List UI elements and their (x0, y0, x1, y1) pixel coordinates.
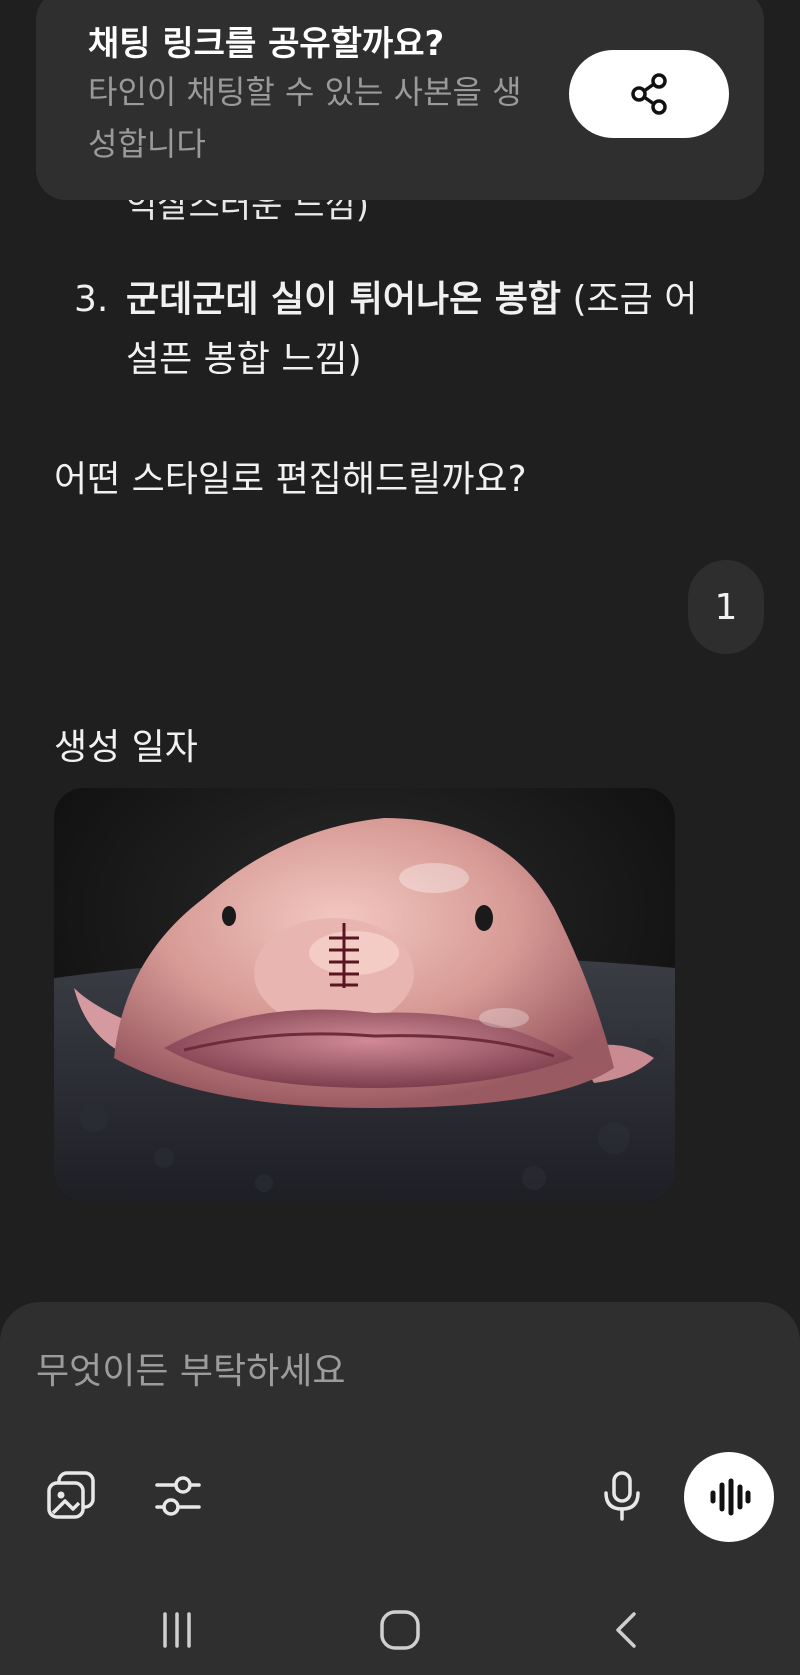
list-item-bold-text: 군데군데 실이 튀어나온 봉합 (126, 279, 562, 320)
share-banner-title: 채팅 링크를 공유할까요? (88, 24, 445, 64)
share-chat-banner: 채팅 링크를 공유할까요? 타인이 채팅할 수 있는 사본을 생성합니다 (36, 0, 764, 200)
image-gallery-icon (47, 1471, 95, 1519)
share-icon (631, 73, 667, 115)
back-button[interactable] (586, 1600, 666, 1660)
recent-apps-icon (163, 1612, 191, 1648)
blobfish-image (54, 788, 675, 1202)
generated-image[interactable] (54, 788, 675, 1202)
microphone-icon (604, 1471, 640, 1521)
recent-apps-button[interactable] (137, 1600, 217, 1660)
voice-mode-icon (710, 1478, 751, 1516)
message-input[interactable]: 무엇이든 부탁하세요 (36, 1342, 346, 1394)
settings-button[interactable] (148, 1466, 208, 1526)
system-navigation-bar (0, 1582, 800, 1675)
list-item-body: 군데군데 실이 튀어나온 봉합 (조금 어설픈 봉합 느낌) (126, 270, 714, 390)
microphone-button[interactable] (592, 1466, 652, 1526)
settings-sliders-icon (155, 1476, 201, 1516)
list-item: 3. 군데군데 실이 튀어나온 봉합 (조금 어설픈 봉합 느낌) (74, 270, 714, 390)
voice-mode-button[interactable] (684, 1452, 774, 1542)
chat-screen: 익살스러운 느낌) 3. 군데군데 실이 튀어나온 봉합 (조금 어설픈 봉합 … (0, 0, 800, 1675)
image-gallery-button[interactable] (42, 1466, 102, 1526)
list-number: 3. (74, 279, 109, 320)
assistant-question: 어떤 스타일로 편집해드릴까요? (54, 459, 527, 500)
share-banner-subtitle: 타인이 채팅할 수 있는 사본을 생성합니다 (88, 73, 522, 163)
user-message-bubble[interactable]: 1 (688, 560, 764, 654)
back-icon (616, 1612, 636, 1648)
message-composer: 무엇이든 부탁하세요 (0, 1302, 800, 1582)
home-button[interactable] (360, 1600, 440, 1660)
share-button[interactable] (569, 50, 729, 138)
home-icon (380, 1610, 420, 1650)
date-label: 생성 일자 (54, 727, 198, 768)
